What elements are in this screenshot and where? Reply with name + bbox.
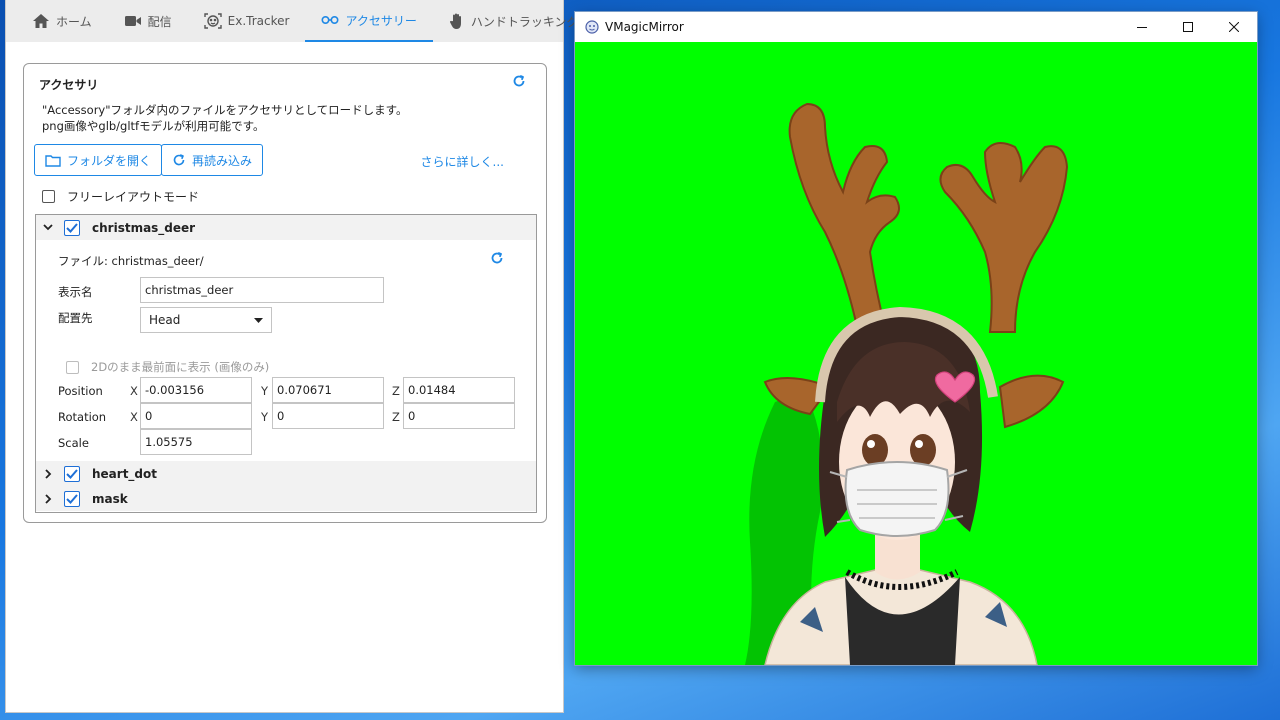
minimize-icon (1137, 27, 1147, 28)
video-camera-icon (124, 14, 142, 28)
display-name-label: 表示名 (58, 285, 93, 299)
free-layout-label: フリーレイアウトモード (67, 190, 200, 204)
minimize-button[interactable] (1119, 12, 1165, 42)
description-line-2: png画像やglb/gltfモデルが利用可能です。 (42, 119, 265, 133)
accessory-item-heart-dot[interactable]: heart_dot (36, 461, 536, 486)
tab-home-label: ホーム (56, 14, 92, 29)
close-button[interactable] (1211, 12, 1257, 42)
accessory-description: "Accessory"フォルダ内のファイルをアクセサリとしてロードします。 pn… (42, 102, 407, 134)
heart-dot-checkbox[interactable] (64, 465, 80, 482)
face-tracking-icon (203, 12, 222, 30)
avatar-image (745, 102, 1069, 665)
rotation-x-axis: X (130, 410, 138, 424)
twod-option: 2Dのまま最前面に表示 (画像のみ) (66, 359, 269, 375)
heart-dot-name: heart_dot (92, 466, 158, 481)
chevron-right-icon[interactable] (42, 468, 54, 479)
viewer-titlebar[interactable]: VMagicMirror (575, 12, 1257, 42)
position-x-input[interactable] (140, 377, 252, 403)
tab-bar: ホーム 配信 Ex.Tracker アクセサリー ハンドトラッキング (6, 0, 579, 42)
reload-icon (172, 153, 186, 167)
home-icon (32, 13, 50, 29)
free-layout-checkbox[interactable] (42, 190, 55, 203)
close-icon (1229, 22, 1239, 32)
christmas-deer-name: christmas_deer (92, 220, 196, 235)
accessory-item-christmas-deer[interactable]: christmas_deer (36, 215, 536, 240)
position-y-axis: Y (261, 384, 269, 398)
rotation-y-input[interactable] (272, 403, 384, 429)
control-panel-window: ホーム 配信 Ex.Tracker アクセサリー ハンドトラッキング アクセサリ… (6, 0, 579, 712)
maximize-button[interactable] (1165, 12, 1211, 42)
accessory-card: アクセサリ "Accessory"フォルダ内のファイルをアクセサリとしてロードし… (23, 63, 547, 523)
description-line-1: "Accessory"フォルダ内のファイルをアクセサリとしてロードします。 (42, 103, 408, 117)
mask-name: mask (92, 491, 128, 506)
tab-home[interactable]: ホーム (16, 0, 108, 42)
chevron-right-icon[interactable] (42, 493, 54, 504)
avatar-render-area[interactable] (575, 42, 1257, 665)
open-folder-button[interactable]: フォルダを開く (34, 144, 163, 176)
rotation-z-axis: Z (392, 410, 400, 424)
mask-checkbox[interactable] (64, 490, 80, 507)
folder-icon (45, 154, 61, 167)
position-y-input[interactable] (272, 377, 384, 403)
learn-more-link[interactable]: さらに詳しく... (421, 153, 504, 170)
item-refresh-icon[interactable] (490, 251, 504, 268)
accessory-list: christmas_deer ファイル: christmas_deer/ 表示名… (35, 214, 537, 513)
dropdown-arrow-icon (254, 317, 263, 323)
rotation-x-input[interactable] (140, 403, 252, 429)
scale-label: Scale (58, 436, 89, 450)
tab-hand-tracking[interactable]: ハンドトラッキング (433, 0, 595, 42)
scale-input[interactable] (140, 429, 252, 455)
position-z-axis: Z (392, 384, 400, 398)
twod-checkbox (66, 360, 79, 374)
rotation-y-axis: Y (261, 410, 269, 424)
vmagicmirror-window: VMagicMirror (575, 12, 1257, 665)
rotation-label: Rotation (58, 410, 107, 424)
chevron-down-icon[interactable] (42, 224, 54, 231)
position-label: Position (58, 384, 103, 398)
glasses-icon (321, 14, 339, 26)
accessory-title: アクセサリ (39, 78, 99, 92)
tab-ex-tracker[interactable]: Ex.Tracker (188, 0, 306, 42)
tab-accessory-label: アクセサリー (345, 13, 417, 28)
position-z-input[interactable] (403, 377, 515, 403)
attach-target-value: Head (149, 313, 181, 327)
accessory-item-mask[interactable]: mask (36, 486, 536, 511)
attach-target-select[interactable]: Head (140, 307, 272, 333)
display-name-input[interactable] (140, 277, 384, 303)
tab-hand-tracking-label: ハンドトラッキング (470, 14, 579, 29)
position-x-axis: X (130, 384, 138, 398)
file-path: ファイル: christmas_deer/ (58, 254, 204, 268)
reload-label: 再読み込み (192, 153, 253, 168)
app-icon (585, 20, 599, 34)
reload-button[interactable]: 再読み込み (161, 144, 264, 176)
refresh-icon[interactable] (512, 74, 526, 91)
attach-target-label: 配置先 (58, 311, 93, 325)
rotation-z-input[interactable] (403, 403, 515, 429)
hand-icon (449, 12, 465, 30)
twod-label: 2Dのまま最前面に表示 (画像のみ) (91, 360, 270, 374)
tab-streaming[interactable]: 配信 (108, 0, 188, 42)
maximize-icon (1183, 22, 1193, 32)
free-layout-toggle[interactable]: フリーレイアウトモード (42, 188, 199, 205)
christmas-deer-checkbox[interactable] (64, 219, 80, 236)
open-folder-label: フォルダを開く (67, 153, 152, 168)
tab-streaming-label: 配信 (147, 14, 172, 29)
viewer-title: VMagicMirror (605, 20, 684, 34)
tab-accessory[interactable]: アクセサリー (305, 0, 433, 42)
tab-ex-tracker-label: Ex.Tracker (227, 14, 290, 28)
